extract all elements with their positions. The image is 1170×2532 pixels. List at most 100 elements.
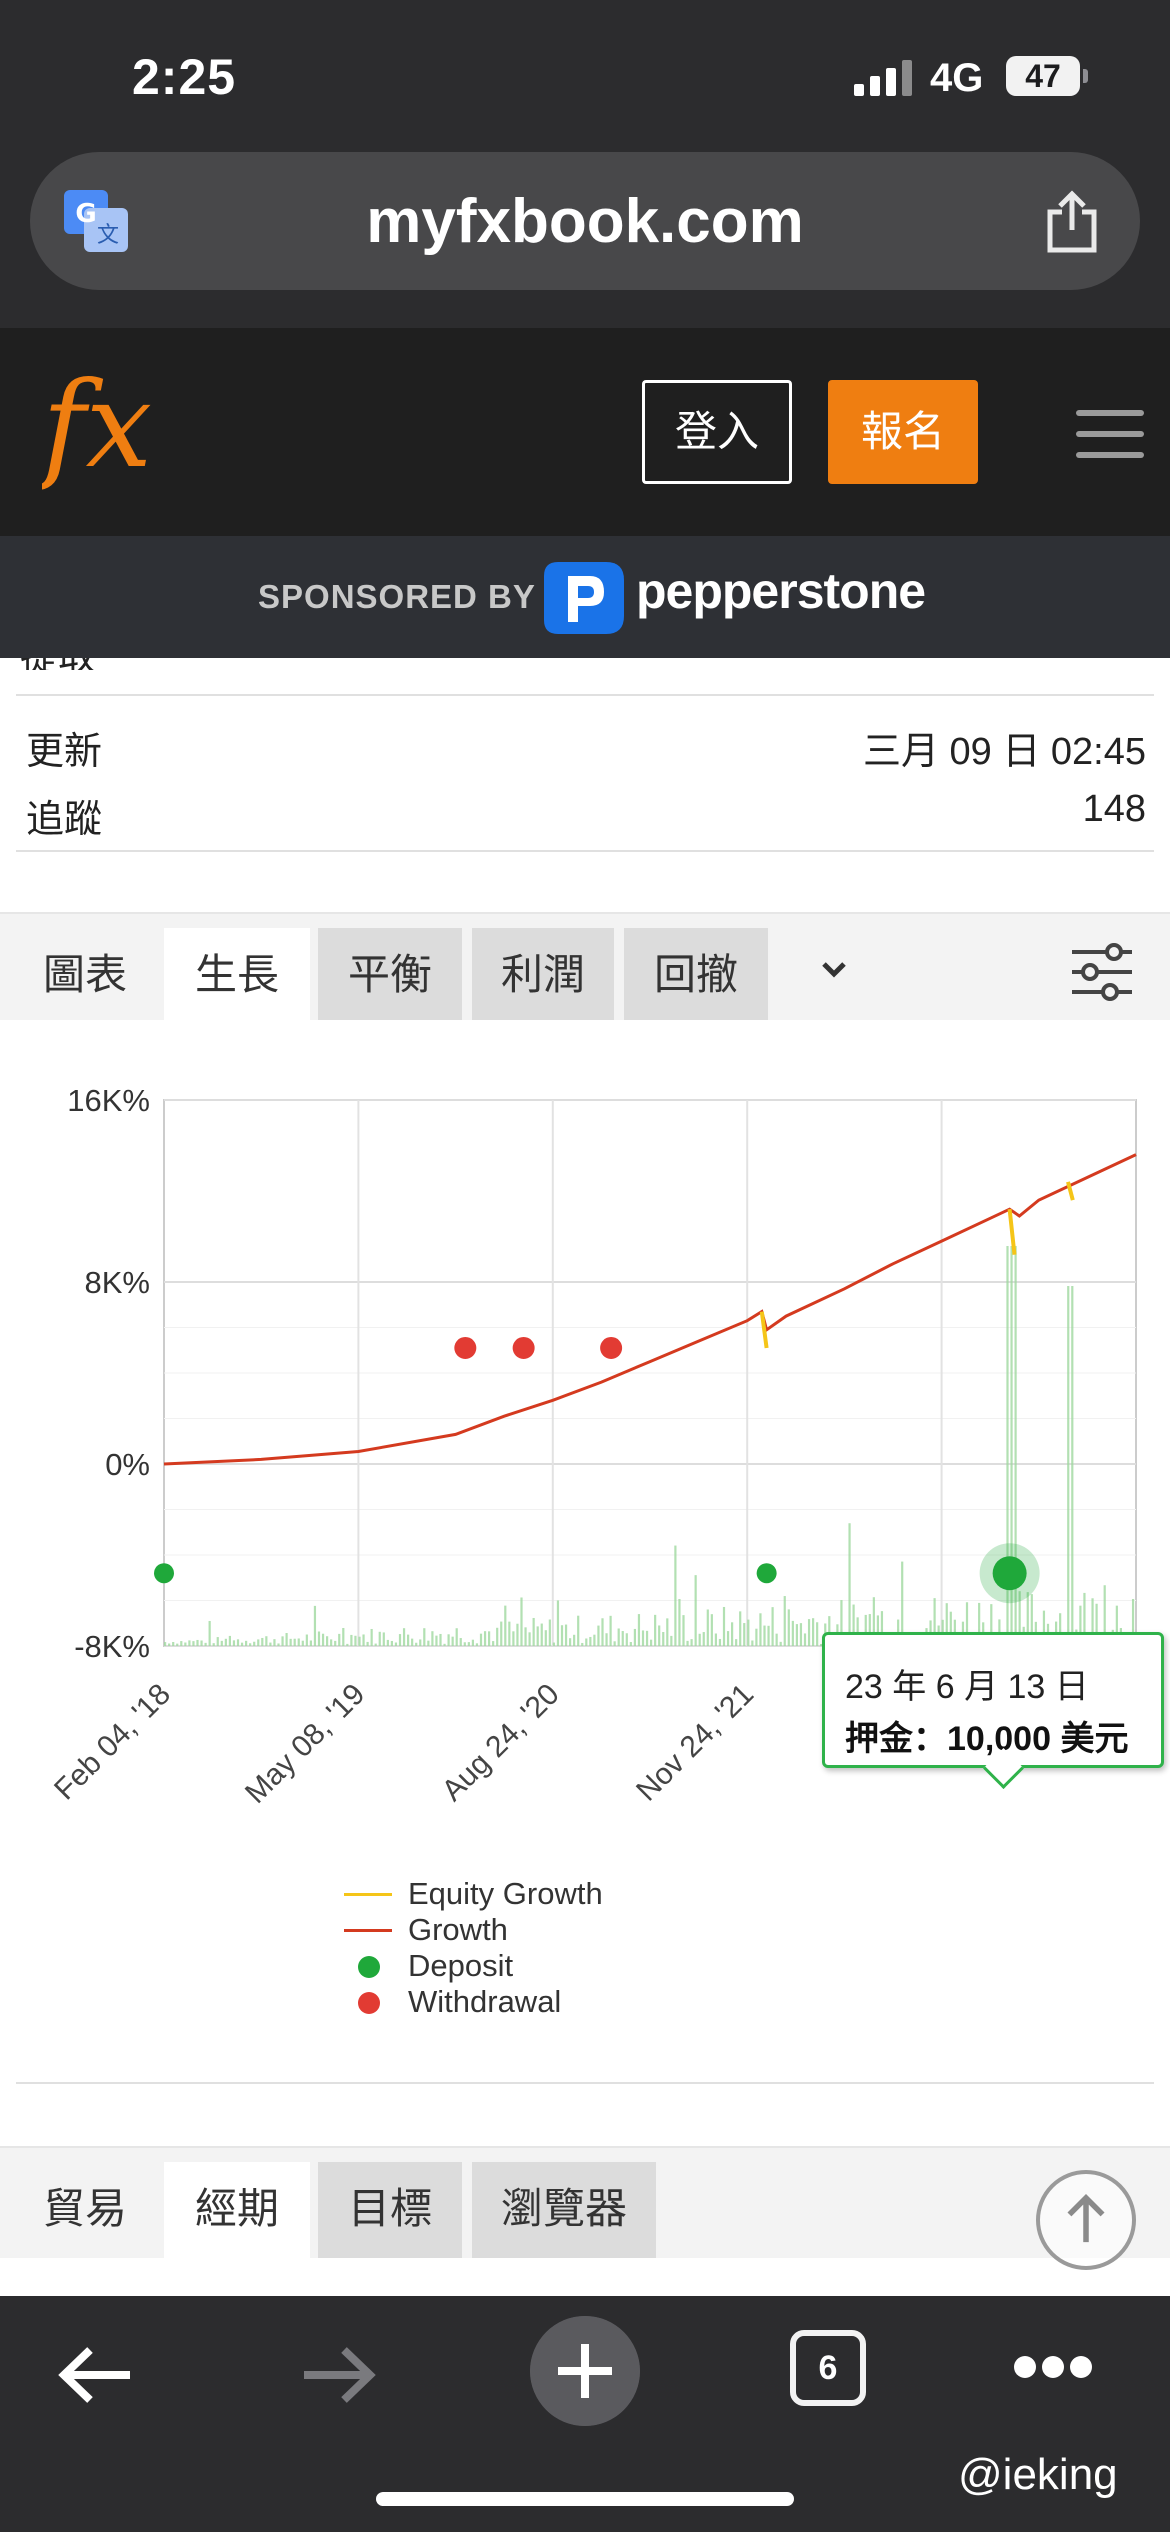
volume-bar xyxy=(240,1642,244,1646)
volume-bar xyxy=(658,1625,661,1646)
volume-bar xyxy=(791,1620,794,1646)
trade-section-title: 貿易 xyxy=(42,2185,127,2232)
x-tick-label: Feb 04, '18 xyxy=(48,1678,177,1807)
volume-bar xyxy=(722,1606,726,1646)
home-indicator xyxy=(376,2492,794,2506)
volume-bar xyxy=(232,1640,236,1646)
sponsor-banner[interactable]: SPONSORED BY pepperstone xyxy=(0,536,1170,658)
volume-bar xyxy=(569,1638,572,1646)
info-row-tracking: 追蹤 148 xyxy=(26,782,1146,842)
volume-bar xyxy=(265,1636,268,1646)
login-button[interactable]: 登入 xyxy=(642,380,792,484)
tab-balance[interactable]: 平衡 xyxy=(318,928,462,1024)
tab-periods[interactable]: 經期 xyxy=(164,2162,310,2258)
volume-bar xyxy=(706,1609,709,1646)
volume-bar xyxy=(593,1634,596,1646)
volume-bar xyxy=(475,1643,479,1646)
legend-swatch xyxy=(358,1956,380,1978)
y-tick-label: -8K% xyxy=(74,1629,150,1664)
back-arrow-icon[interactable] xyxy=(56,2342,136,2408)
volume-bar xyxy=(577,1615,580,1646)
volume-bar xyxy=(358,1636,361,1646)
chevron-down-icon[interactable] xyxy=(812,948,856,992)
volume-bar xyxy=(848,1523,851,1646)
address-bar[interactable]: G 文 myfxbook.com xyxy=(30,152,1140,290)
info-label: 追蹤 xyxy=(26,799,103,841)
volume-bar xyxy=(698,1633,701,1646)
tab-growth[interactable]: 生長 xyxy=(164,928,310,1024)
volume-bar xyxy=(787,1609,790,1646)
new-tab-plus-icon[interactable] xyxy=(530,2316,640,2426)
legend-swatch xyxy=(344,1893,392,1896)
volume-bar xyxy=(735,1639,738,1646)
tab-drawdown[interactable]: 回撤 xyxy=(624,928,768,1024)
volume-bar xyxy=(269,1642,272,1646)
tab-targets[interactable]: 目標 xyxy=(318,2162,462,2258)
chart-legend: Equity Growth Growth Deposit Withdrawal xyxy=(344,1876,744,2020)
deposit-point xyxy=(756,1563,777,1584)
volume-bar xyxy=(220,1640,223,1646)
scroll-to-top-icon[interactable] xyxy=(1036,2170,1136,2270)
info-value: 三月 09 日 02:45 xyxy=(862,731,1146,773)
divider xyxy=(16,694,1154,696)
volume-bar xyxy=(443,1643,446,1646)
tab-browsers[interactable]: 瀏覽器 xyxy=(472,2162,656,2258)
settings-sliders-icon[interactable] xyxy=(1070,942,1134,1002)
x-tick-label: Nov 24, '21 xyxy=(630,1678,760,1808)
legend-swatch xyxy=(344,1929,392,1932)
tabs-count-button[interactable]: 6 xyxy=(790,2330,866,2406)
y-tick-label: 8K% xyxy=(85,1265,150,1300)
volume-bar xyxy=(508,1621,511,1646)
y-tick-label: 0% xyxy=(105,1447,150,1482)
volume-bar xyxy=(354,1635,357,1646)
forward-arrow-icon[interactable] xyxy=(298,2342,378,2408)
divider xyxy=(16,850,1154,852)
volume-bar xyxy=(779,1641,782,1646)
volume-bar xyxy=(309,1640,312,1646)
volume-bar xyxy=(204,1642,207,1646)
volume-bar xyxy=(609,1615,612,1646)
volume-bar xyxy=(317,1631,321,1646)
url-text[interactable]: myfxbook.com xyxy=(30,186,1140,257)
menu-icon[interactable] xyxy=(1076,410,1144,458)
x-tick-label: May 08, '19 xyxy=(239,1678,371,1810)
chart-tabs: 圖表 生長 平衡 利潤 回撤 xyxy=(0,912,1170,1024)
volume-bar xyxy=(435,1635,438,1646)
volume-bar xyxy=(188,1640,191,1646)
volume-bar xyxy=(200,1640,203,1646)
volume-bar xyxy=(313,1605,317,1646)
info-value: 148 xyxy=(1082,788,1146,830)
volume-bar xyxy=(459,1638,462,1646)
more-icon[interactable] xyxy=(1014,2356,1092,2380)
legend-item-deposit[interactable]: Deposit xyxy=(344,1948,744,1984)
share-icon[interactable] xyxy=(1044,190,1100,254)
volume-bar xyxy=(439,1633,442,1646)
tab-profit[interactable]: 利潤 xyxy=(472,928,614,1024)
legend-item-withdrawal[interactable]: Withdrawal xyxy=(344,1984,744,2020)
volume-bar xyxy=(257,1639,260,1646)
fx-logo[interactable]: fx xyxy=(42,356,182,506)
signup-button[interactable]: 報名 xyxy=(828,380,978,484)
legend-label: Withdrawal xyxy=(408,1984,562,2019)
x-tick-label: Aug 24, '20 xyxy=(436,1678,566,1808)
volume-bar xyxy=(726,1631,730,1646)
volume-bar xyxy=(297,1638,300,1646)
legend-item-growth[interactable]: Growth xyxy=(344,1912,744,1948)
volume-bar xyxy=(662,1632,665,1646)
legend-item-equity[interactable]: Equity Growth xyxy=(344,1876,744,1912)
volume-bar xyxy=(455,1628,458,1646)
volume-bar xyxy=(747,1619,750,1646)
volume-bar xyxy=(407,1634,410,1646)
volume-bar xyxy=(236,1639,240,1646)
volume-bar xyxy=(164,1642,167,1646)
volume-bar xyxy=(633,1628,636,1646)
volume-bar xyxy=(1071,1286,1074,1646)
volume-bar xyxy=(654,1614,657,1646)
volume-bar xyxy=(180,1641,183,1646)
volume-bar xyxy=(394,1642,398,1646)
volume-bar xyxy=(253,1641,256,1646)
volume-bar xyxy=(799,1623,803,1646)
volume-bar xyxy=(524,1627,527,1646)
volume-bar xyxy=(540,1623,543,1646)
volume-bar xyxy=(471,1639,474,1646)
